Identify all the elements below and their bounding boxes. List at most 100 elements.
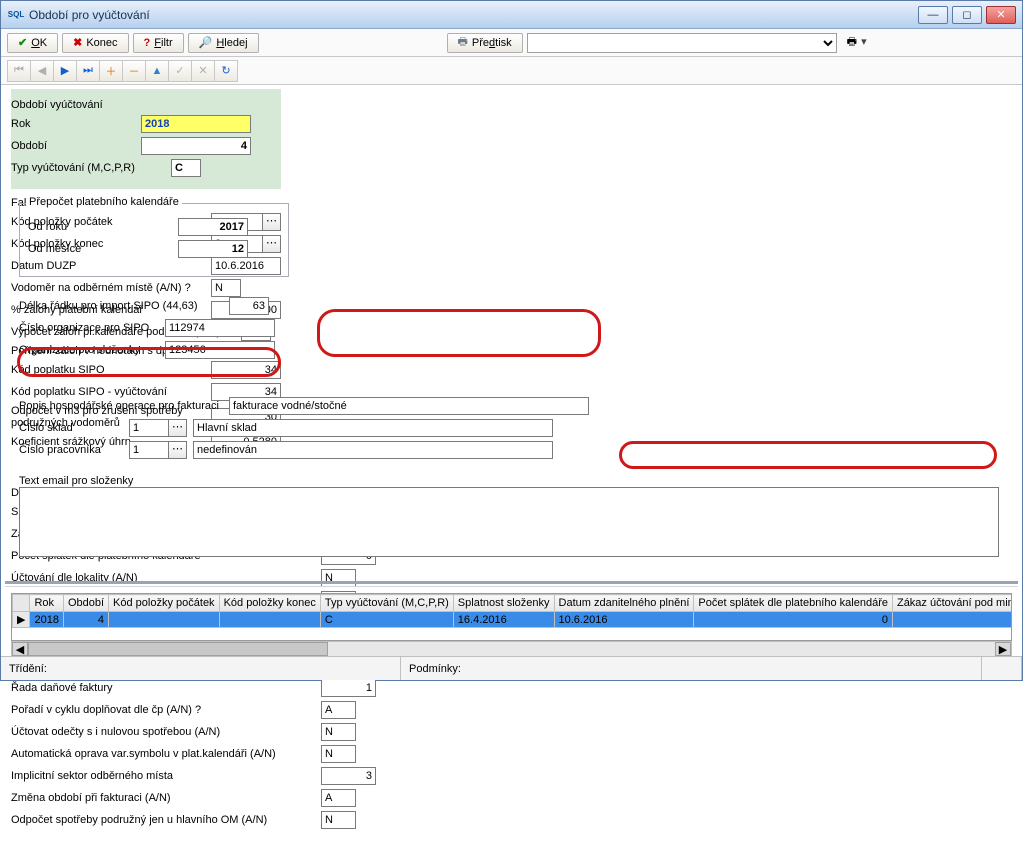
delka-input[interactable] [229,297,269,315]
odpsp-input[interactable] [321,811,356,829]
cell-splat[interactable]: 16.4.2016 [453,612,554,628]
confirm-button[interactable]: ✓ [168,60,192,82]
prac-lookup-button[interactable]: ⋯ [169,441,187,459]
prac-name-input[interactable] [193,441,553,459]
row-marker: ▶ [13,612,30,628]
scroll-left-icon[interactable]: ◀ [12,642,28,656]
orgsloz-input[interactable] [165,341,275,359]
table-row[interactable]: ▶ 2018 4 C 16.4.2016 10.6.2016 0 1 N [13,612,1013,628]
remove-button[interactable]: － [122,60,146,82]
cell-dzp[interactable]: 10.6.2016 [554,612,694,628]
status-trideni: Třídění: [1,657,401,680]
autoop-label: Automatická oprava var.symbolu v plat.ka… [11,748,321,760]
add-button[interactable]: ＋ [99,60,123,82]
textemail-block: Text email pro složenky [19,475,999,560]
konec-button[interactable]: ✖Konec [62,33,128,53]
prac-no-input[interactable] [129,441,169,459]
col-zak[interactable]: Zákaz účtování pod minimální odběr [892,595,1012,612]
block-sipo: Délka řádku pro import SIPO (44,63) Čísl… [19,293,289,363]
last-button[interactable]: ⏭ [76,60,100,82]
cell-typ[interactable]: C [320,612,453,628]
cisloorg-input[interactable] [165,319,275,337]
odpsp-label: Odpočet spotřeby podružný jen u hlavního… [11,814,321,826]
popis-label: Popis hospodářské operace pro fakturaci [19,400,229,412]
typ-input[interactable] [171,159,201,177]
ok-button[interactable]: ✔OK [7,33,58,53]
kodpop-label: Kód poplatku SIPO [11,364,211,376]
odroku-label: Od roku [28,221,178,233]
kodpop-input[interactable] [211,361,281,379]
status-podminky: Podmínky: [401,657,982,680]
grid-corner [13,595,30,612]
printer-icon[interactable]: 🖶 [847,33,867,52]
uctod-input[interactable] [321,723,356,741]
textemail-input[interactable] [19,487,999,557]
col-kodkon[interactable]: Kód položky konec [219,595,320,612]
zmena-label: Změna období při fakturaci (A/N) [11,792,321,804]
rok-input[interactable] [141,115,251,133]
radaf-label: Řada daňové faktury [11,682,321,694]
col-ps[interactable]: Počet splátek dle platebního kalendáře [694,595,893,612]
cell-rok[interactable]: 2018 [30,612,63,628]
prev-button[interactable]: ◀ [30,60,54,82]
rok-label: Rok [11,118,141,130]
check-icon: ✔ [18,36,27,49]
highlight-odpocet [317,309,601,357]
cell-kk[interactable] [219,612,320,628]
question-icon: ? [144,37,151,49]
close-button[interactable]: ✕ [986,6,1016,24]
group-obdobi: Období vyúčtování Rok Období Typ vyúčtov… [11,89,281,189]
predtisk-select[interactable] [527,33,837,53]
cancel-button[interactable]: ✕ [191,60,215,82]
col-typ[interactable]: Typ vyúčtování (M,C,P,R) [320,595,453,612]
cell-zak[interactable]: 1 [892,612,1012,628]
col-dzp[interactable]: Datum zdanitelného plnění [554,595,694,612]
zmena-input[interactable] [321,789,356,807]
col-obdobi[interactable]: Období [63,595,108,612]
filtr-button[interactable]: ?Filtr [133,33,184,53]
x-icon: ✖ [73,36,82,49]
popis-input[interactable] [229,397,589,415]
window-title: Období pro vyúčtování [29,8,918,22]
implsek-input[interactable] [321,767,376,785]
cell-ps[interactable]: 0 [694,612,893,628]
maximize-button[interactable]: ◻ [952,6,982,24]
implsek-label: Implicitní sektor odběrného místa [11,770,321,782]
odmes-input[interactable] [178,240,248,258]
radaf-input[interactable] [321,679,376,697]
scroll-right-icon[interactable]: ▶ [995,642,1011,656]
typ-label: Typ vyúčtování (M,C,P,R) [11,162,171,174]
sklad-lookup-button[interactable]: ⋯ [169,419,187,437]
play-button[interactable]: ▶ [53,60,77,82]
first-button[interactable]: ⏮ [7,60,31,82]
cisloorg-label: Číslo organizace pro SIPO [19,322,165,334]
sklad-label: Číslo sklad [19,422,129,434]
refresh-button[interactable]: ↻ [214,60,238,82]
app-window: SQL Období pro vyúčtování — ◻ ✕ ✔OK ✖Kon… [0,0,1023,681]
sklad-no-input[interactable] [129,419,169,437]
legend-obdobi: Období vyúčtování [11,99,281,111]
minimize-button[interactable]: — [918,6,948,24]
col-splat[interactable]: Splatnost složenky [453,595,554,612]
cell-obd[interactable]: 4 [63,612,108,628]
highlight-odpsp [619,441,997,469]
nav-toolbar: ⏮ ◀ ▶ ⏭ ＋ － ▲ ✓ ✕ ↻ [1,57,1022,85]
col-rok[interactable]: Rok [30,595,63,612]
titlebar: SQL Období pro vyúčtování — ◻ ✕ [1,1,1022,29]
poradi-input[interactable] [321,701,356,719]
hledej-button[interactable]: 🔎Hledej [188,33,259,53]
textemail-label: Text email pro složenky [19,475,999,487]
orgsloz-label: Organizace pro složenky [19,344,165,356]
up-button[interactable]: ▲ [145,60,169,82]
cell-kp[interactable] [109,612,220,628]
autoop-input[interactable] [321,745,356,763]
obdobi-input[interactable] [141,137,251,155]
predtisk-button[interactable]: 🖶Předtisk [447,33,523,53]
obdobi-label: Období [11,140,141,152]
data-grid[interactable]: Rok Období Kód položky počátek Kód polož… [11,593,1012,641]
sklad-name-input[interactable] [193,419,553,437]
scroll-thumb[interactable] [28,642,328,656]
grid-h-scrollbar[interactable]: ◀ ▶ [11,641,1012,657]
col-kodpoc[interactable]: Kód položky počátek [109,595,220,612]
odroku-input[interactable] [178,218,248,236]
